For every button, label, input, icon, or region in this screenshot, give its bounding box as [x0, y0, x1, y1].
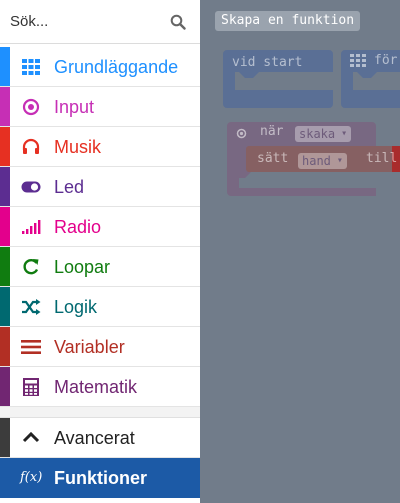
category-label: Led — [54, 177, 85, 197]
list-lines-icon — [21, 340, 41, 354]
category-label: Matematik — [54, 377, 138, 397]
circle-dot-icon — [236, 128, 247, 139]
category-color-bar — [0, 127, 10, 166]
refresh-icon — [23, 258, 39, 275]
category-math[interactable]: Matematik — [0, 367, 200, 407]
shuffle-icon — [22, 299, 41, 315]
category-label: Variabler — [54, 337, 125, 357]
category-color-bar — [0, 47, 10, 86]
toolbox-divider — [0, 407, 200, 418]
search-bar — [0, 0, 200, 44]
chevron-up-icon — [22, 431, 40, 443]
signal-bars-icon — [22, 220, 41, 234]
category-color-bar — [0, 458, 10, 497]
flyout-overlay: Skapa en funktion vid start för när skak… — [200, 0, 400, 503]
circle-dot-icon — [22, 98, 40, 116]
category-color-bar — [0, 287, 10, 326]
category-input[interactable]: Input — [0, 87, 200, 127]
to-label: till — [366, 151, 398, 166]
category-variables[interactable]: Variabler — [0, 327, 200, 367]
category-radio[interactable]: Radio — [0, 207, 200, 247]
set-label: sätt — [257, 151, 289, 166]
category-label: Avancerat — [54, 428, 135, 448]
category-color-bar — [0, 418, 10, 457]
forever-label: för — [374, 53, 398, 68]
function-icon: f(x) — [20, 470, 43, 485]
calculator-icon — [23, 378, 39, 396]
category-label: Input — [54, 97, 95, 117]
variable-dropdown: hand — [298, 153, 347, 169]
category-label: Musik — [54, 137, 102, 157]
category-color-bar — [0, 247, 10, 286]
create-function-button[interactable]: Skapa en funktion — [215, 11, 361, 31]
category-led[interactable]: Led — [0, 167, 200, 207]
category-basic[interactable]: Grundläggande — [0, 47, 200, 87]
category-advanced[interactable]: Avancerat — [0, 418, 200, 458]
search-icon[interactable] — [170, 14, 186, 30]
headphones-icon — [22, 138, 40, 154]
category-music[interactable]: Musik — [0, 127, 200, 167]
category-label: Funktioner — [54, 468, 147, 488]
toggle-icon — [21, 181, 41, 193]
category-label: Grundläggande — [54, 57, 179, 77]
grid-icon — [350, 54, 366, 67]
category-color-bar — [0, 207, 10, 246]
category-color-bar — [0, 367, 10, 406]
category-color-bar — [0, 87, 10, 126]
toolbox: Grundläggande Input Musik Led — [0, 0, 200, 503]
category-color-bar — [0, 167, 10, 206]
on-gesture-label: när — [260, 124, 284, 139]
grid-icon — [22, 59, 40, 75]
category-color-bar — [0, 327, 10, 366]
category-label: Radio — [54, 217, 102, 237]
search-input[interactable] — [0, 0, 180, 43]
category-label: Loopar — [54, 257, 111, 277]
category-label: Logik — [54, 297, 98, 317]
category-logic[interactable]: Logik — [0, 287, 200, 327]
gesture-dropdown: skaka — [295, 126, 352, 142]
category-loops[interactable]: Loopar — [0, 247, 200, 287]
on-start-label: vid start — [232, 55, 303, 70]
category-functions[interactable]: f(x) Funktioner — [0, 458, 200, 498]
